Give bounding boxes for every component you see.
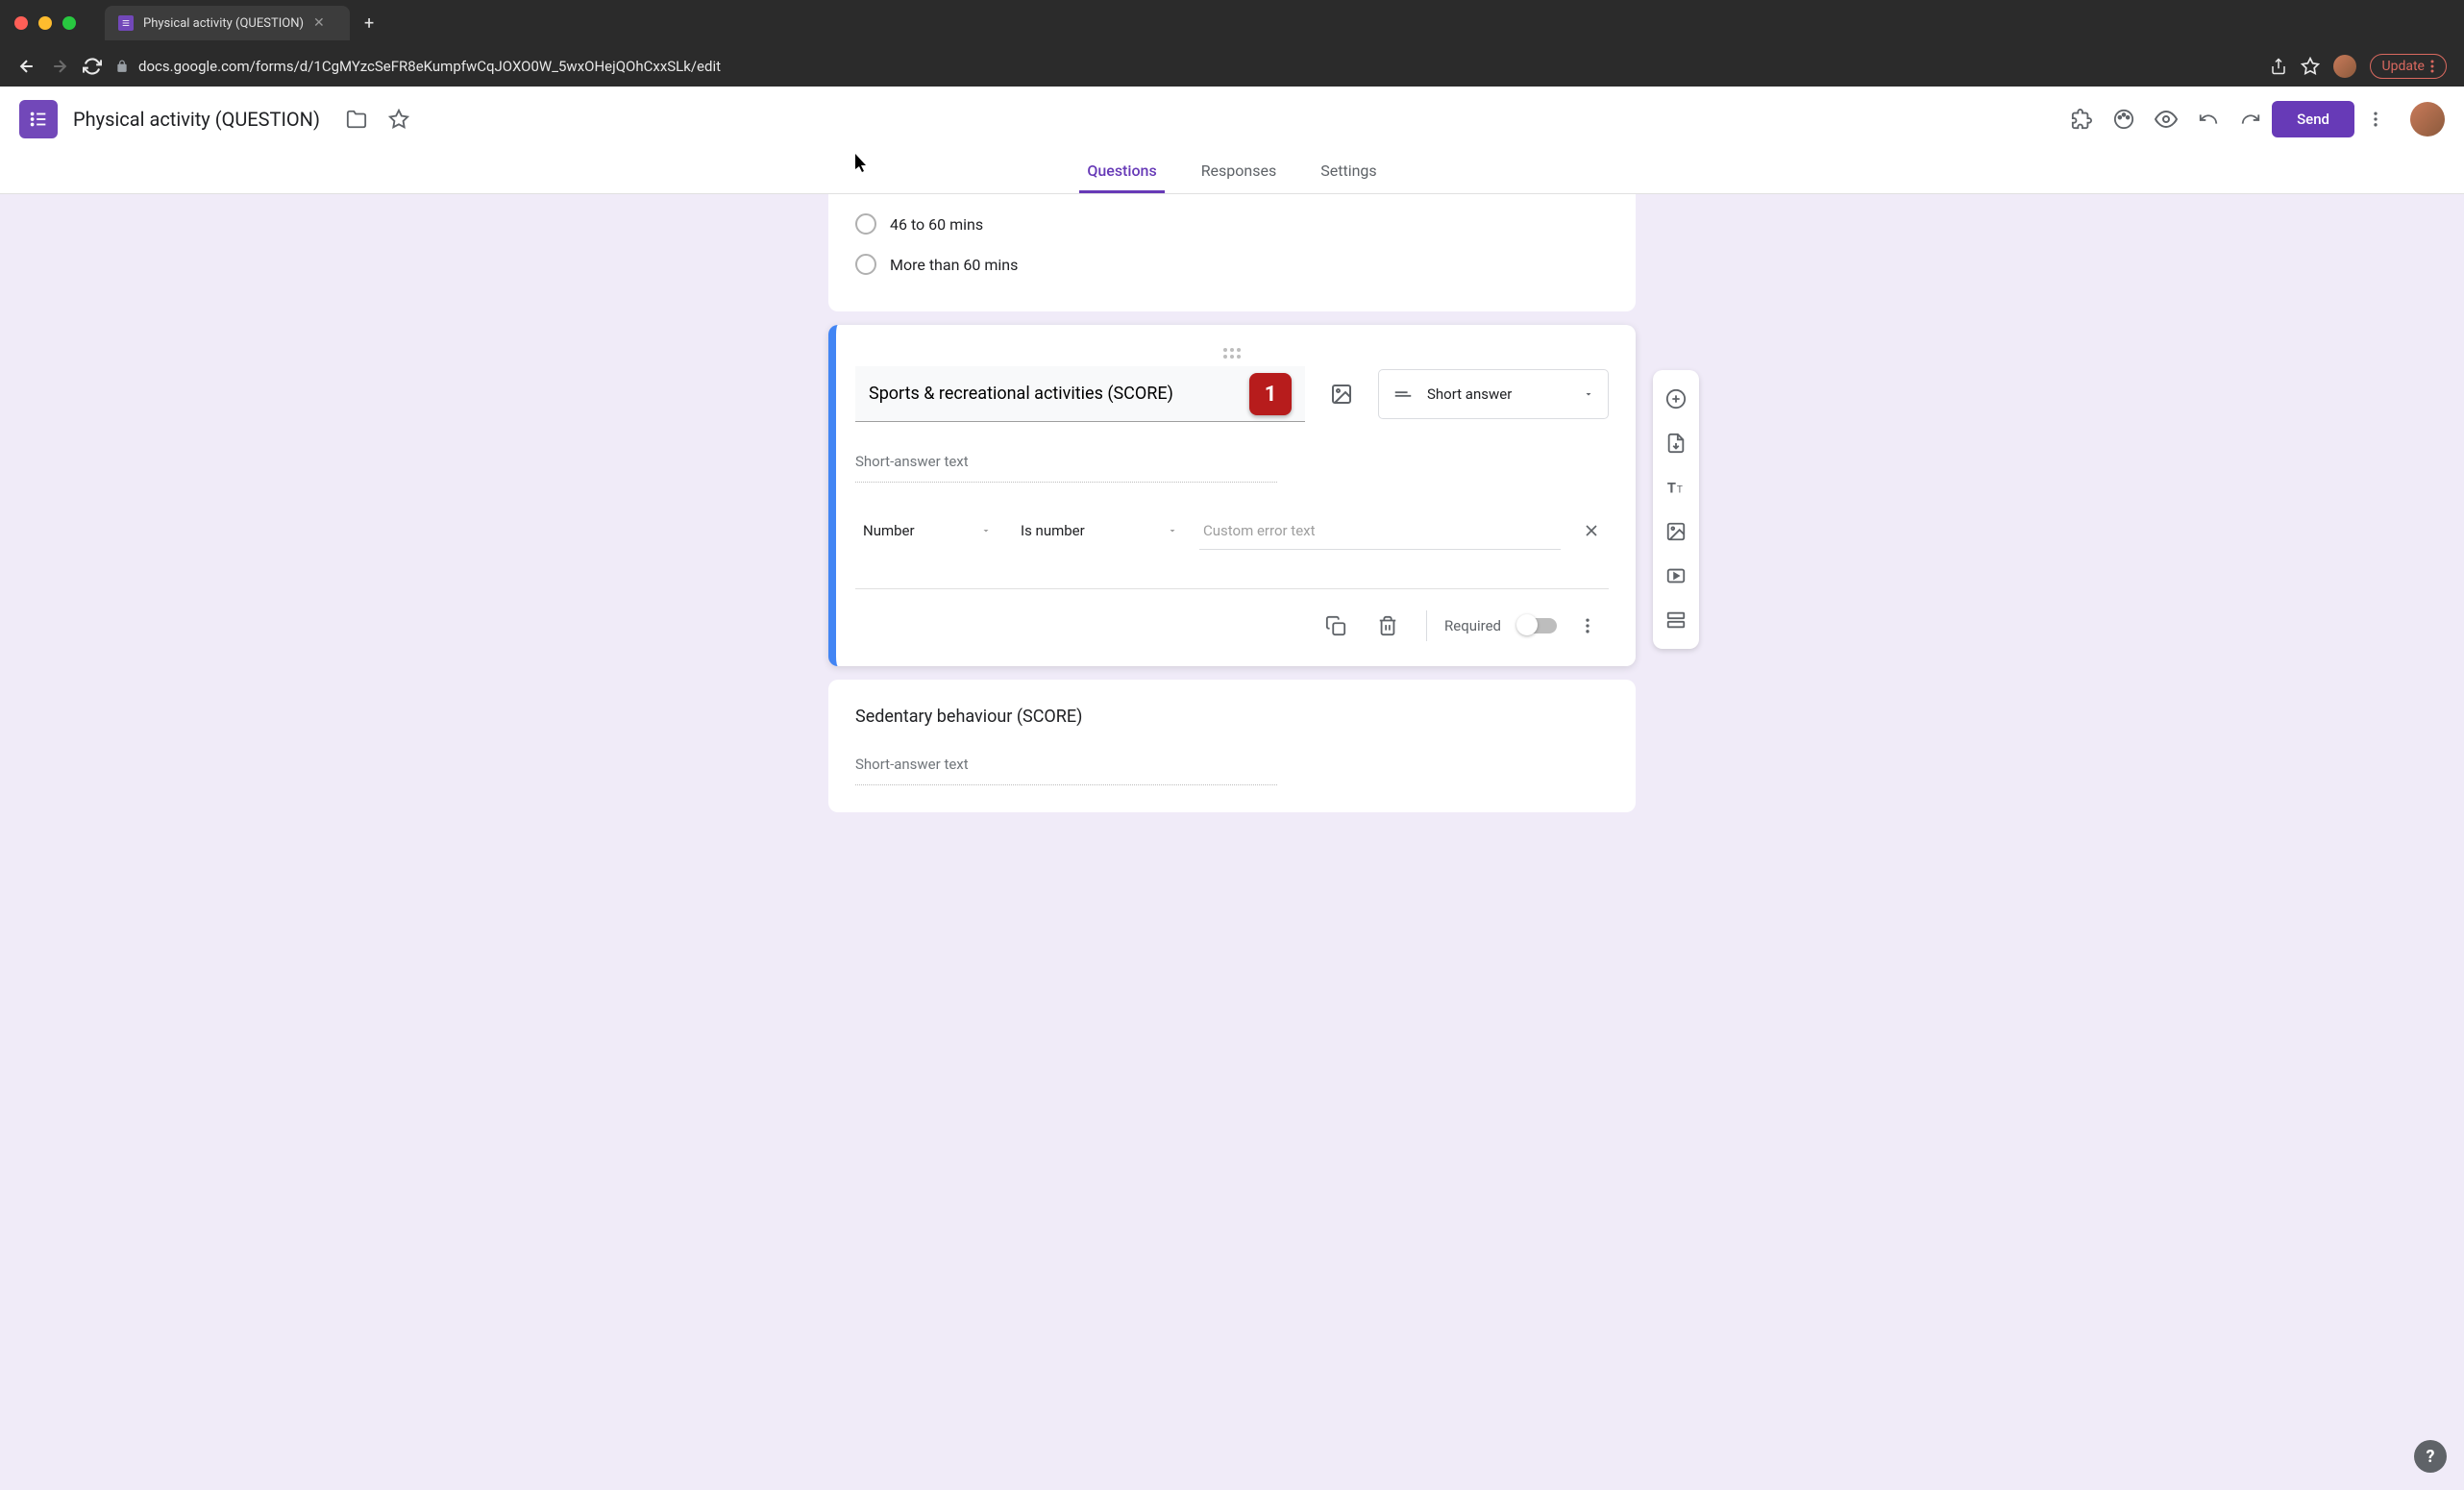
radio-label: 46 to 60 mins [890,215,983,234]
add-section-icon[interactable] [1657,601,1695,639]
tab-responses[interactable]: Responses [1194,151,1285,193]
active-question-card[interactable]: 1 Short answer Short-answer text Number [828,325,1636,666]
form-title[interactable]: Physical activity (QUESTION) [73,108,320,131]
add-question-icon[interactable] [1657,380,1695,418]
redo-icon[interactable] [2230,98,2272,140]
svg-text:T: T [1677,485,1683,496]
previous-question-card[interactable]: 46 to 60 mins More than 60 mins [828,194,1636,311]
tab-settings[interactable]: Settings [1313,151,1384,193]
drag-handle[interactable] [855,344,1609,366]
short-answer-icon [1392,384,1414,405]
validation-condition-dropdown[interactable]: Is number [1013,511,1186,550]
user-avatar[interactable] [2410,102,2445,137]
send-button[interactable]: Send [2272,101,2354,137]
new-tab-button[interactable]: + [364,13,374,34]
custom-error-text-input[interactable] [1199,512,1561,550]
preview-icon[interactable] [2145,98,2187,140]
reload-button[interactable] [83,57,102,76]
bookmark-icon[interactable] [2301,57,2320,76]
add-title-icon[interactable]: TT [1657,468,1695,507]
folder-icon[interactable] [335,98,378,140]
delete-icon[interactable] [1367,605,1409,647]
radio-option[interactable]: More than 60 mins [855,244,1609,285]
floating-toolbar: TT [1653,370,1699,649]
window-controls [14,16,76,30]
forms-logo[interactable] [19,100,58,138]
forms-header: Physical activity (QUESTION) Send Questi [0,87,2464,194]
question-type-dropdown[interactable]: Short answer [1378,369,1609,419]
palette-icon[interactable] [2103,98,2145,140]
add-image-icon[interactable] [1320,373,1363,415]
help-button[interactable]: ? [2414,1440,2447,1473]
back-button[interactable] [17,57,37,76]
chevron-down-icon [980,525,992,536]
tab-title: Physical activity (QUESTION) [143,16,304,31]
chevron-down-icon [1583,388,1594,400]
more-icon[interactable] [2354,98,2397,140]
undo-icon[interactable] [2187,98,2230,140]
short-answer-placeholder: Short-answer text [855,744,1277,785]
forward-button[interactable] [50,57,69,76]
import-questions-icon[interactable] [1657,424,1695,462]
question-title-input[interactable] [855,366,1305,422]
close-window-button[interactable] [14,16,28,30]
radio-option[interactable]: 46 to 60 mins [855,204,1609,244]
question-more-icon[interactable] [1566,605,1609,647]
radio-circle [855,213,876,235]
browser-tab[interactable]: Physical activity (QUESTION) ✕ [105,6,350,40]
tab-questions[interactable]: Questions [1079,151,1164,193]
forms-favicon [118,15,134,31]
browser-chrome: Physical activity (QUESTION) ✕ + docs.go… [0,0,2464,87]
type-label: Short answer [1427,385,1569,403]
minimize-window-button[interactable] [38,16,52,30]
required-label: Required [1444,617,1501,634]
close-tab-button[interactable]: ✕ [313,15,325,31]
chevron-down-icon [1167,525,1178,536]
form-canvas: 46 to 60 mins More than 60 mins 1 Short … [0,194,2464,1490]
star-icon[interactable] [378,98,420,140]
add-image-toolbar-icon[interactable] [1657,512,1695,551]
next-question-card[interactable]: Sedentary behaviour (SCORE) Short-answer… [828,680,1636,812]
maximize-window-button[interactable] [62,16,76,30]
update-button[interactable]: Update [2370,54,2447,79]
required-toggle[interactable] [1518,618,1557,633]
browser-profile-avatar[interactable] [2333,55,2356,78]
radio-circle [855,254,876,275]
share-icon[interactable] [2270,58,2287,75]
add-video-icon[interactable] [1657,557,1695,595]
question-title: Sedentary behaviour (SCORE) [855,707,1609,727]
addons-icon[interactable] [2060,98,2103,140]
duplicate-icon[interactable] [1315,605,1357,647]
lock-icon [115,60,129,73]
short-answer-placeholder: Short-answer text [855,441,1277,483]
radio-label: More than 60 mins [890,256,1018,274]
url-text[interactable]: docs.google.com/forms/d/1CgMYzcSeFR8eKum… [138,58,721,75]
validation-type-dropdown[interactable]: Number [855,511,999,550]
remove-validation-icon[interactable] [1574,513,1609,548]
svg-text:T: T [1667,480,1676,497]
step-badge: 1 [1249,373,1292,415]
